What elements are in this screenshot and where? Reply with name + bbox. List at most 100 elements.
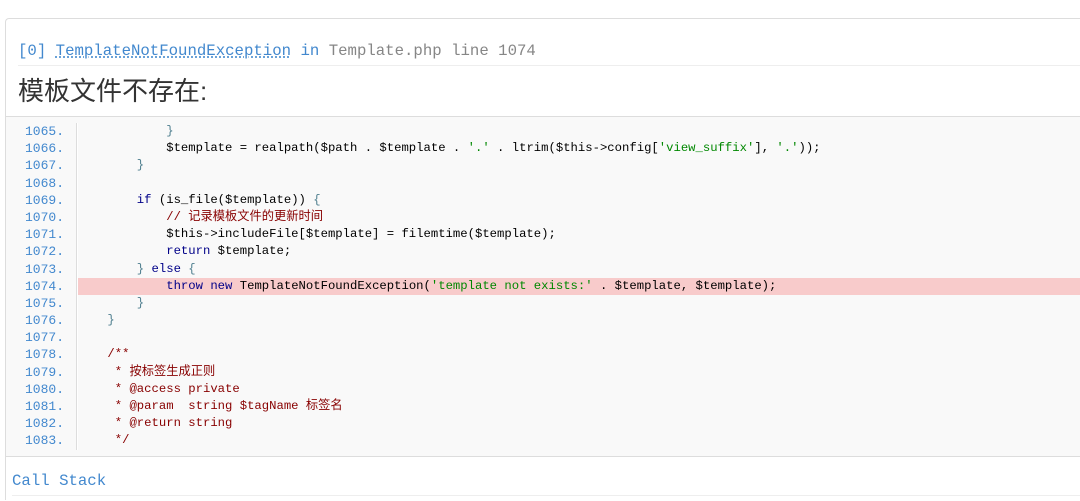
line-code-cell: return $template; <box>76 243 1080 261</box>
line-number: 1074. <box>24 278 64 294</box>
source-line: 1075. } <box>12 294 1080 313</box>
call-stack-title: Call Stack <box>12 467 1080 496</box>
code-token: 'view_suffix' <box>658 141 755 156</box>
line-number: 1080. <box>24 381 64 397</box>
code-token: // 记录模板文件的更新时间 <box>78 209 324 224</box>
line-number: 1071. <box>24 227 64 243</box>
code-token: { <box>313 192 321 207</box>
line-code: $template = realpath($path . $template .… <box>77 140 1080 158</box>
line-code-cell: } <box>76 294 1080 313</box>
line-number: 1076. <box>24 313 64 329</box>
line-code-cell: } <box>76 123 1080 141</box>
exception-header: [0] TemplateNotFoundException in Templat… <box>18 37 1080 66</box>
exception-in-label: in <box>300 42 320 60</box>
source-line: 1083. */ <box>12 432 1080 450</box>
code-token: * 按标签生成正则 <box>78 364 216 379</box>
call-stack: Call Stack <box>5 456 1080 500</box>
source-line: 1073. } else { <box>12 260 1080 278</box>
line-code: * @access private <box>77 380 1080 398</box>
code-token: } <box>78 313 115 328</box>
line-code-cell: $this->includeFile[$template] = filemtim… <box>76 226 1080 244</box>
source-code: 1065. } 1066. $template = realpath($path … <box>5 116 1080 457</box>
line-code-cell: } <box>76 312 1080 330</box>
line-number: 1079. <box>24 364 64 380</box>
line-code-cell: } <box>76 157 1080 175</box>
source-line: 1067. } <box>12 157 1080 175</box>
code-token: (is_file($template)) <box>151 192 314 207</box>
line-code: } <box>77 294 1080 313</box>
line-code-cell <box>76 174 1080 192</box>
exception-class: TemplateNotFoundException <box>55 42 292 60</box>
source-line: 1082. * @return string <box>12 415 1080 433</box>
code-token: * @return string <box>78 416 233 431</box>
line-code-cell: $template = realpath($path . $template .… <box>76 140 1080 158</box>
code-token: else <box>144 261 181 276</box>
line-number: 1068. <box>24 175 64 191</box>
line-number: 1082. <box>24 416 64 432</box>
line-code-cell: // 记录模板文件的更新时间 <box>76 208 1080 227</box>
exception-message: [0] TemplateNotFoundException in Templat… <box>5 18 1080 116</box>
code-token: . ltrim($this->config[ <box>489 141 659 156</box>
code-token: '.' <box>467 141 490 156</box>
source-line: 1071. $this->includeFile[$template] = fi… <box>12 226 1080 244</box>
line-code: return $template; <box>77 243 1080 261</box>
line-code: * @param string $tagName 标签名 <box>77 398 1080 416</box>
code-token: TemplateNotFoundException( <box>232 278 431 293</box>
source-line: 1081. * @param string $tagName 标签名 <box>12 398 1080 416</box>
line-code-cell: * @access private <box>76 380 1080 398</box>
code-token: if <box>78 192 152 207</box>
line-code: if (is_file($template)) { <box>77 191 1080 209</box>
line-number: 1067. <box>24 158 64 174</box>
exception-message-text: 模板文件不存在: <box>18 76 208 106</box>
line-code-cell: * 按标签生成正则 <box>76 363 1080 381</box>
code-token: '.' <box>776 141 799 156</box>
source-line: 1068. <box>12 174 1080 192</box>
exception-panel: [0] TemplateNotFoundException in Templat… <box>5 18 1080 500</box>
line-code-cell: * @return string <box>76 415 1080 433</box>
code-token: . $template, $template); <box>592 278 777 293</box>
line-number: 1065. <box>24 124 64 139</box>
source-line: 1070. // 记录模板文件的更新时间 <box>12 208 1080 227</box>
line-code: * @return string <box>77 415 1080 433</box>
line-code: } else { <box>77 260 1080 278</box>
line-number: 1073. <box>24 261 64 277</box>
code-token: } <box>78 124 174 138</box>
line-number: 1081. <box>24 399 64 414</box>
code-token: } <box>78 295 145 310</box>
code-token: { <box>180 261 196 276</box>
code-token: 'template not exists:' <box>430 278 593 293</box>
line-code-cell <box>76 329 1080 347</box>
code-token: } <box>78 158 145 173</box>
line-code: * 按标签生成正则 <box>77 363 1080 381</box>
exception-location-link[interactable]: Template.php line 1074 <box>329 42 536 60</box>
source-line-error: 1074. throw new TemplateNotFoundExceptio… <box>12 277 1080 295</box>
code-token: throw new <box>78 278 233 293</box>
source-line: 1069. if (is_file($template)) { <box>12 191 1080 209</box>
code-token: )); <box>798 141 821 156</box>
code-token: } <box>78 261 145 276</box>
line-code-cell: */ <box>76 432 1080 450</box>
line-code: */ <box>77 432 1080 450</box>
source-line: 1065. } <box>12 123 1080 141</box>
code-token: return <box>78 244 211 259</box>
source-line: 1080. * @access private <box>12 380 1080 398</box>
exception-info: [0] TemplateNotFoundException in Templat… <box>18 37 1080 66</box>
line-code-cell: if (is_file($template)) { <box>76 191 1080 209</box>
line-code-cell: * @param string $tagName 标签名 <box>76 398 1080 416</box>
source-line: 1076. } <box>12 312 1080 330</box>
source-line: 1072. return $template; <box>12 243 1080 261</box>
line-number: 1072. <box>24 244 64 260</box>
line-code-cell: } else { <box>76 260 1080 278</box>
line-code <box>77 174 1080 192</box>
line-code: } <box>77 157 1080 175</box>
line-code-cell: /** <box>76 346 1080 364</box>
line-code: } <box>77 312 1080 330</box>
code-token: $template; <box>210 244 292 259</box>
line-number: 1066. <box>24 141 64 157</box>
line-code: /** <box>77 346 1080 364</box>
code-token: $template = realpath($path . $template . <box>78 141 468 156</box>
source-line: 1079. * 按标签生成正则 <box>12 363 1080 381</box>
line-code <box>77 329 1080 347</box>
line-code: throw new TemplateNotFoundException('tem… <box>77 277 1080 295</box>
source-code-lines: 1065. } 1066. $template = realpath($path … <box>12 123 1080 450</box>
